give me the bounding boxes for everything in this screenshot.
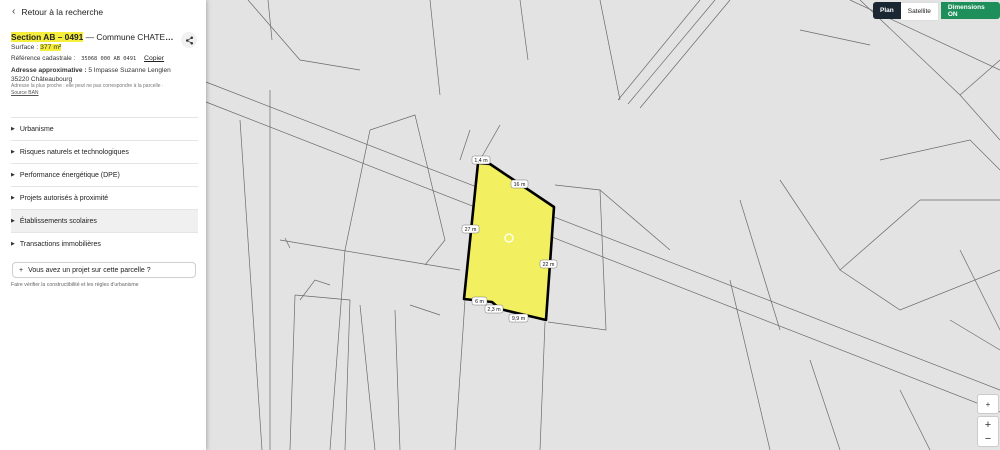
cadastral-reference: Référence cadastrale : 35068 000 AB 0491…: [11, 55, 164, 62]
chevron-left-icon: ‹: [12, 6, 16, 17]
section-label: Risques naturels et technologiques: [19, 148, 129, 156]
surface-value: 377 m²: [40, 44, 62, 51]
section-label: Projets autorisés à proximité: [19, 194, 109, 202]
parcel-info-panel: ‹ Retour à la recherche Section AB – 049…: [0, 0, 206, 450]
title-section: Section AB – 0491: [11, 32, 84, 42]
project-note: Faire vérifier la constructibilité et le…: [11, 282, 139, 288]
addr-line2: 35220 Châteaubourg: [11, 76, 73, 83]
ref-code: 35068 000 AB 0491: [81, 56, 137, 62]
project-label: Vous avez un projet sur cette parcelle ?: [28, 266, 151, 274]
section-projets[interactable]: ▶ Projets autorisés à proximité: [11, 186, 198, 209]
caret-right-icon: ▶: [11, 149, 15, 155]
section-label: Performance énergétique (DPE): [19, 171, 120, 179]
satellite-button[interactable]: Satellite: [900, 2, 939, 21]
dim-bottom-step: 2,3 m: [487, 307, 501, 313]
section-etablissements[interactable]: ▶ Établissements scolaires: [11, 209, 198, 232]
addr-label: Adresse approximative :: [11, 67, 89, 74]
copy-button[interactable]: Copier: [144, 55, 164, 62]
ref-label: Référence cadastrale :: [11, 55, 76, 62]
share-icon: [185, 36, 193, 44]
address-block: Adresse approximative : 5 Impasse Suzann…: [11, 66, 196, 84]
share-button[interactable]: [181, 32, 197, 48]
section-label: Établissements scolaires: [19, 217, 97, 225]
compass-icon: +: [985, 399, 991, 409]
section-urbanisme[interactable]: ▶ Urbanisme: [11, 117, 198, 140]
plan-button[interactable]: Plan: [873, 2, 901, 19]
dim-right: 22 m: [543, 262, 555, 268]
dim-upper-right: 16 m: [514, 182, 526, 188]
plus-icon: +: [984, 418, 992, 431]
compass-button[interactable]: +: [977, 394, 999, 414]
zoom-out-button[interactable]: −: [977, 431, 999, 447]
caret-right-icon: ▶: [11, 218, 15, 224]
section-transactions[interactable]: ▶ Transactions immobilières: [11, 232, 198, 255]
section-dpe[interactable]: ▶ Performance énergétique (DPE): [11, 163, 198, 186]
surface-label: Surface :: [11, 44, 41, 51]
project-button[interactable]: + Vous avez un projet sur cette parcelle…: [12, 262, 196, 278]
source-ban-link[interactable]: Source BAN: [11, 90, 39, 96]
title-commune: — Commune CHATEAUBOURG: [85, 32, 176, 42]
dimensions-toggle[interactable]: Dimensions ON: [940, 2, 1000, 19]
dim-bottom-left: 6 m: [475, 299, 484, 305]
addr-line1: 5 Impasse Suzanne Lenglen: [88, 67, 171, 74]
caret-right-icon: ▶: [11, 126, 15, 132]
addr-note-text: Adresse la plus proche : elle peut ne pa…: [11, 83, 164, 89]
caret-right-icon: ▶: [11, 172, 15, 178]
dim-left: 27 m: [465, 227, 477, 233]
surface-line: Surface : 377 m²: [11, 44, 62, 51]
back-label: Retour à la recherche: [21, 6, 104, 17]
plus-icon: +: [19, 266, 24, 274]
caret-right-icon: ▶: [11, 241, 15, 247]
parcel-title: Section AB – 0491 — Commune CHATEAUBOURG: [11, 32, 176, 42]
address-note: Adresse la plus proche : elle peut ne pa…: [11, 83, 201, 97]
dim-bottom: 9,9 m: [512, 316, 526, 322]
section-label: Urbanisme: [19, 125, 54, 133]
section-label: Transactions immobilières: [19, 240, 101, 248]
map-mode-controls: Plan Satellite Dimensions ON: [873, 2, 1000, 21]
section-risques[interactable]: ▶ Risques naturels et technologiques: [11, 140, 198, 163]
minus-icon: −: [984, 432, 992, 445]
back-to-search-link[interactable]: ‹ Retour à la recherche: [12, 6, 103, 17]
caret-right-icon: ▶: [11, 195, 15, 201]
dim-top: 1,4 m: [474, 158, 488, 164]
